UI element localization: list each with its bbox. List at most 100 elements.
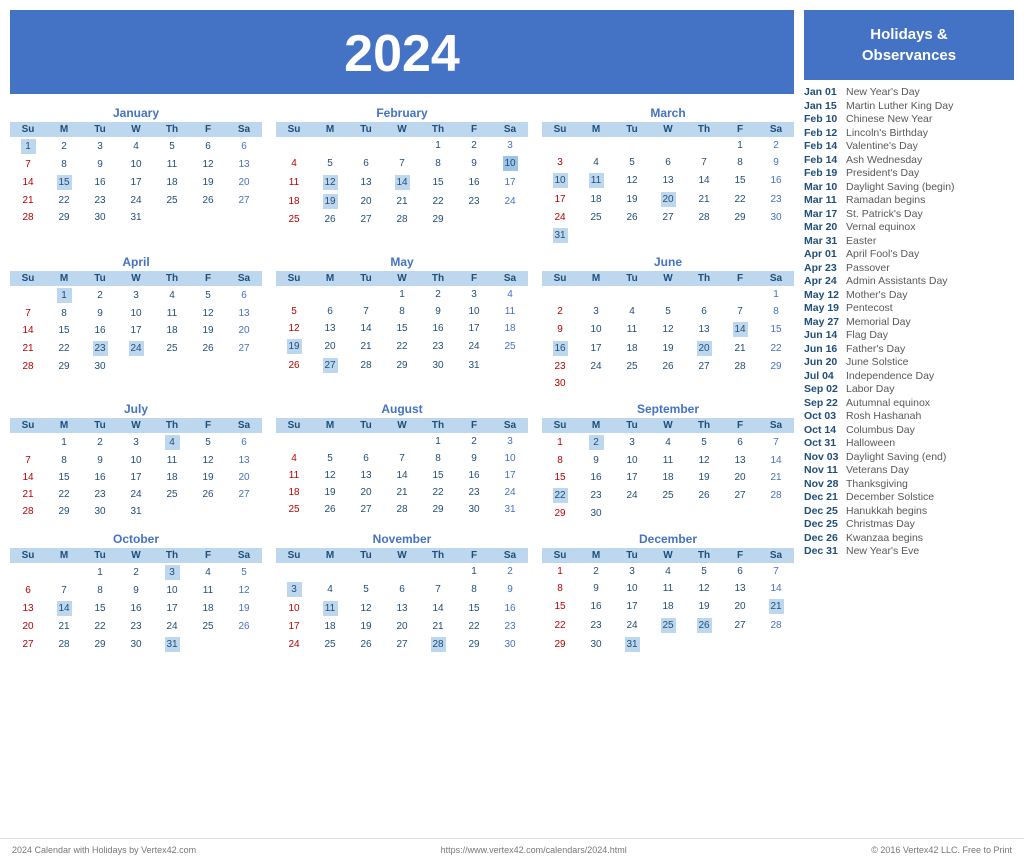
holiday-date: Jun 16 <box>804 343 842 355</box>
month-title-august: August <box>276 402 528 416</box>
holiday-date: Mar 20 <box>804 221 842 233</box>
holiday-name: Columbus Day <box>846 424 915 436</box>
month-november: November SuMTuWThFSa 1 2 3 45678 9 <box>276 532 528 654</box>
month-june: June SuMTuWThFSa 1 234567 8 <box>542 255 794 392</box>
footer-right: © 2016 Vertex42 LLC. Free to Print <box>871 845 1012 855</box>
month-february: February SuMTuWThFSa 12 3 456789 10 <box>276 106 528 245</box>
holiday-item: Mar 20 Vernal equinox <box>804 221 1014 233</box>
footer: 2024 Calendar with Holidays by Vertex42.… <box>0 838 1024 861</box>
month-april: April SuMTuWThFSa 1 2345 6 789101112 <box>10 255 262 392</box>
holiday-name: Hanukkah begins <box>846 505 927 517</box>
holiday-name: Martin Luther King Day <box>846 100 953 112</box>
holiday-item: Dec 31 New Year's Eve <box>804 545 1014 557</box>
holiday-item: Feb 19President's Day <box>804 167 1014 179</box>
holiday-name: Admin Assistants Day <box>846 275 948 287</box>
month-title-may: May <box>276 255 528 269</box>
month-title-december: December <box>542 532 794 546</box>
holiday-name: Independence Day <box>846 370 934 382</box>
holiday-date: Feb 10 <box>804 113 842 125</box>
holiday-item: Jan 01New Year's Day <box>804 86 1014 98</box>
holiday-name: Labor Day <box>846 383 894 395</box>
holiday-date: Oct 03 <box>804 410 842 422</box>
month-january: January SuMTuWThFSa 1 23456 6 789101112 <box>10 106 262 245</box>
holiday-name: Thanksgiving <box>846 478 908 490</box>
holiday-item: Oct 31Halloween <box>804 437 1014 449</box>
holiday-date: Feb 12 <box>804 127 842 139</box>
holiday-date: Jul 04 <box>804 370 842 382</box>
holiday-date: Dec 26 <box>804 532 842 544</box>
holiday-name: Father's Day <box>846 343 905 355</box>
month-title-april: April <box>10 255 262 269</box>
holiday-name: Valentine's Day <box>846 140 918 152</box>
holiday-name: Lincoln's Birthday <box>846 127 928 139</box>
month-title-july: July <box>10 402 262 416</box>
holiday-name: Rosh Hashanah <box>846 410 921 422</box>
holiday-name: Vernal equinox <box>846 221 915 233</box>
month-may: May SuMTuWThFSa 123 4 5678910 11 <box>276 255 528 392</box>
holiday-date: Feb 14 <box>804 154 842 166</box>
month-september: September SuMTuWThFSa 1 2 3456 7 8910 <box>542 402 794 522</box>
holiday-item: May 27 Memorial Day <box>804 316 1014 328</box>
holiday-name: Autumnal equinox <box>846 397 930 409</box>
holiday-item: Dec 25 Christmas Day <box>804 518 1014 530</box>
holiday-name: Kwanzaa begins <box>846 532 923 544</box>
holiday-item: Dec 21December Solstice <box>804 491 1014 503</box>
holiday-date: Jun 20 <box>804 356 842 368</box>
holiday-name: Halloween <box>846 437 895 449</box>
holiday-date: May 27 <box>804 316 842 328</box>
holiday-item: Feb 14 Valentine's Day <box>804 140 1014 152</box>
holiday-item: Jun 20June Solstice <box>804 356 1014 368</box>
month-march: March SuMTuWThFSa 1 2 345678 9 <box>542 106 794 245</box>
holiday-date: Nov 28 <box>804 478 842 490</box>
holiday-item: Apr 24 Admin Assistants Day <box>804 275 1014 287</box>
holiday-date: Dec 31 <box>804 545 842 557</box>
holiday-name: Christmas Day <box>846 518 915 530</box>
holiday-name: Daylight Saving (end) <box>846 451 946 463</box>
holiday-item: Mar 17 St. Patrick's Day <box>804 208 1014 220</box>
holiday-item: Nov 03 Daylight Saving (end) <box>804 451 1014 463</box>
holiday-name: April Fool's Day <box>846 248 919 260</box>
month-title-september: September <box>542 402 794 416</box>
holiday-item: Apr 01 April Fool's Day <box>804 248 1014 260</box>
holiday-name: Pentecost <box>846 302 893 314</box>
holiday-date: Apr 24 <box>804 275 842 287</box>
holiday-name: Easter <box>846 235 876 247</box>
holiday-item: Jun 16 Father's Day <box>804 343 1014 355</box>
holiday-item: Mar 31 Easter <box>804 235 1014 247</box>
holiday-date: Mar 31 <box>804 235 842 247</box>
holiday-item: Mar 10Daylight Saving (begin) <box>804 181 1014 193</box>
holiday-item: Nov 28 Thanksgiving <box>804 478 1014 490</box>
holiday-date: Jun 14 <box>804 329 842 341</box>
holiday-name: St. Patrick's Day <box>846 208 923 220</box>
holiday-date: Feb 14 <box>804 140 842 152</box>
holiday-item: Dec 25Hanukkah begins <box>804 505 1014 517</box>
holiday-date: Nov 03 <box>804 451 842 463</box>
holiday-date: Apr 01 <box>804 248 842 260</box>
holiday-date: Dec 25 <box>804 518 842 530</box>
holiday-date: May 12 <box>804 289 842 301</box>
holiday-date: Oct 14 <box>804 424 842 436</box>
holiday-name: Mother's Day <box>846 289 908 301</box>
holiday-name: New Year's Eve <box>846 545 919 557</box>
holiday-item: May 19Pentecost <box>804 302 1014 314</box>
holiday-date: Mar 17 <box>804 208 842 220</box>
holiday-name: Daylight Saving (begin) <box>846 181 955 193</box>
footer-center: https://www.vertex42.com/calendars/2024.… <box>441 845 627 855</box>
holiday-name: Ramadan begins <box>846 194 925 206</box>
footer-left: 2024 Calendar with Holidays by Vertex42.… <box>12 845 196 855</box>
holiday-item: Feb 14Ash Wednesday <box>804 154 1014 166</box>
holiday-item: Jul 04 Independence Day <box>804 370 1014 382</box>
holiday-item: Jan 15Martin Luther King Day <box>804 100 1014 112</box>
holiday-item: Feb 12 Lincoln's Birthday <box>804 127 1014 139</box>
holiday-date: Sep 22 <box>804 397 842 409</box>
month-title-march: March <box>542 106 794 120</box>
month-title-january: January <box>10 106 262 120</box>
holiday-item: Apr 23Passover <box>804 262 1014 274</box>
holiday-item: Jun 14Flag Day <box>804 329 1014 341</box>
holiday-date: Dec 21 <box>804 491 842 503</box>
month-july: July SuMTuWThFSa 123 4 5 6 789101112 <box>10 402 262 522</box>
holiday-name: Veterans Day <box>846 464 909 476</box>
holiday-name: Chinese New Year <box>846 113 932 125</box>
holiday-name: President's Day <box>846 167 919 179</box>
holiday-name: Memorial Day <box>846 316 911 328</box>
